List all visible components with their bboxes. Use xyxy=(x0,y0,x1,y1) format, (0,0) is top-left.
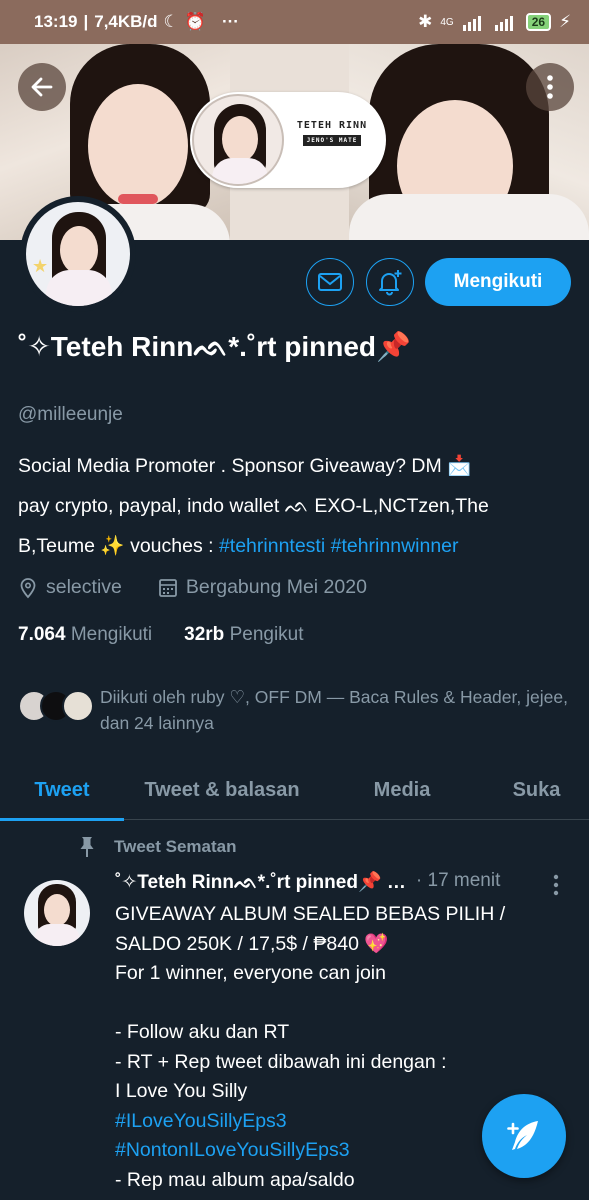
pinned-label: Tweet Sematan xyxy=(78,836,237,858)
status-speed: 7,4KB/d xyxy=(94,12,158,31)
location-text: selective xyxy=(46,576,122,598)
signal-icon-2 xyxy=(494,16,513,31)
profile-meta: selective Bergabung Mei 2020 xyxy=(18,576,367,599)
tweet-line: - Follow aku dan RT xyxy=(115,1021,290,1043)
profile-avatar[interactable]: ★ xyxy=(20,196,136,312)
tab-tweet[interactable]: Tweet xyxy=(0,760,124,821)
network-label: 4G xyxy=(440,16,454,28)
banner-avatar xyxy=(192,94,284,186)
location-pin-icon xyxy=(20,577,36,598)
bio-line-3: B,Teume ✨ vouches : #tehrinntesti #tehri… xyxy=(18,535,459,557)
bio: Social Media Promoter . Sponsor Giveaway… xyxy=(18,446,574,566)
status-time: 13:19 xyxy=(34,12,78,31)
hashtag-link[interactable]: #tehrinnwinner xyxy=(331,535,459,557)
tweet-line: I Love You Silly xyxy=(115,1080,248,1102)
battery-icon: 26 xyxy=(525,13,552,31)
display-name: ˚✧Teteh Rinnᨒ*.˚rt pinned📌 xyxy=(18,331,411,362)
tab-media[interactable]: Media xyxy=(320,760,484,820)
notifications-button[interactable] xyxy=(366,258,414,306)
tab-tweet-replies[interactable]: Tweet & balasan xyxy=(124,760,320,820)
envelope-icon xyxy=(318,273,342,291)
followers-link[interactable]: 32rb Pengikut xyxy=(184,624,303,646)
tweet-author-avatar[interactable] xyxy=(24,880,90,946)
followed-by-avatars xyxy=(18,684,96,724)
avatar xyxy=(62,690,94,722)
tweet-line: GIVEAWAY ALBUM SEALED BEBAS PILIH / xyxy=(115,903,506,925)
tweet-header: ˚✧Teteh Rinnᨒ*.˚rt pinned📌 … · 17 menit xyxy=(115,870,545,894)
followed-by[interactable]: Diikuti oleh ruby ♡, OFF DM — Baca Rules… xyxy=(18,684,568,733)
more-vertical-icon xyxy=(553,874,559,896)
followed-by-text: Diikuti oleh ruby ♡, OFF DM — Baca Rules… xyxy=(100,687,568,733)
banner-name-text: TETEH RINN xyxy=(296,120,368,131)
message-button[interactable] xyxy=(306,258,354,306)
profile-tabs: Tweet Tweet & balasan Media Suka xyxy=(0,760,589,821)
following-link[interactable]: 7.064 Mengikuti xyxy=(18,624,152,646)
moon-icon: ☾ xyxy=(163,12,179,31)
alarm-icon: ⏰ xyxy=(184,12,206,31)
bluetooth-icon: ✱ xyxy=(418,12,433,31)
bio-line-2: pay crypto, paypal, indo wallet ᨒ EXO-L,… xyxy=(18,495,489,517)
tab-likes[interactable]: Suka xyxy=(484,760,589,820)
bell-plus-icon xyxy=(379,270,402,296)
compose-tweet-button[interactable] xyxy=(482,1094,566,1178)
user-handle: @milleeunje xyxy=(18,404,123,425)
status-bar: 13:19 | 7,4KB/d ☾ ⏰ ··· ✱ 4G 26 ⚡ xyxy=(0,0,589,44)
tweet-author-name[interactable]: ˚✧Teteh Rinnᨒ*.˚rt pinned📌 … xyxy=(115,870,406,894)
more-vertical-icon xyxy=(547,75,553,99)
banner-sub-text: JENO'S MATE xyxy=(302,135,362,146)
tweet-line: SALDO 250K / 17,5$ / ₱840 💖 xyxy=(115,932,389,955)
joined-date: Bergabung Mei 2020 xyxy=(185,576,367,598)
star-sticker-icon: ★ xyxy=(32,256,49,276)
calendar-icon xyxy=(158,578,177,597)
tweet-more-button[interactable] xyxy=(552,874,560,901)
arrow-left-icon xyxy=(31,77,53,97)
tweet-line: For 1 winner, everyone can join xyxy=(115,962,386,984)
back-button[interactable] xyxy=(18,63,66,111)
banner-name-card: TETEH RINN JENO'S MATE xyxy=(190,92,386,188)
signal-icon xyxy=(462,16,481,31)
pin-icon xyxy=(80,837,94,857)
hashtag-link[interactable]: #tehrinntesti xyxy=(219,535,325,557)
overflow-dots-icon: ··· xyxy=(221,12,239,31)
charging-icon: ⚡ xyxy=(559,12,571,31)
compose-feather-icon xyxy=(507,1121,538,1150)
tweet-time: · 17 menit xyxy=(415,870,501,891)
tweet-line xyxy=(115,989,555,1019)
tweet-line: - Rep mau album apa/saldo xyxy=(115,1168,355,1191)
following-button[interactable]: Mengikuti xyxy=(425,258,571,306)
bio-line-1: Social Media Promoter . Sponsor Giveaway… xyxy=(18,455,472,477)
more-options-button[interactable] xyxy=(526,63,574,111)
tweet-line: - RT + Rep tweet dibawah ini dengan : xyxy=(115,1050,447,1073)
follow-counts: 7.064 Mengikuti 32rb Pengikut xyxy=(18,624,304,646)
